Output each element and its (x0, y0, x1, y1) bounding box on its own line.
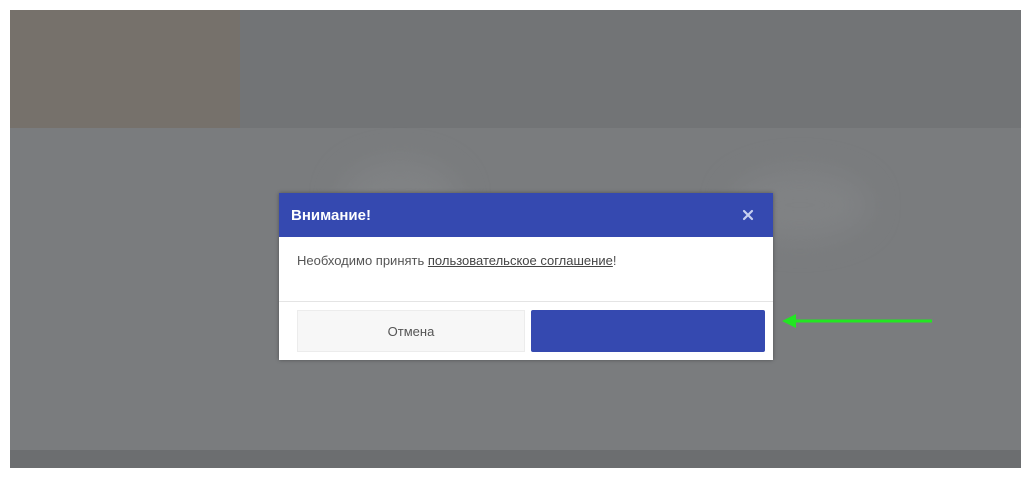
message-text: Необходимо принять (297, 253, 428, 268)
cancel-button[interactable]: Отмена (297, 310, 525, 352)
background-bottom-area (10, 450, 1021, 468)
accept-button[interactable] (531, 310, 765, 352)
background-top-left-area (10, 10, 240, 128)
arrow-annotation-icon (782, 314, 932, 328)
dialog-footer: Отмена (279, 301, 773, 360)
warning-dialog: Внимание! Необходимо принять пользовател… (279, 193, 773, 360)
close-icon (742, 209, 754, 221)
user-agreement-link[interactable]: пользовательское соглашение (428, 253, 613, 268)
close-button[interactable] (737, 204, 759, 226)
dialog-header: Внимание! (279, 193, 773, 237)
dialog-message: Необходимо принять пользовательское согл… (279, 237, 773, 301)
message-suffix: ! (612, 253, 617, 268)
dialog-title: Внимание! (291, 206, 371, 224)
